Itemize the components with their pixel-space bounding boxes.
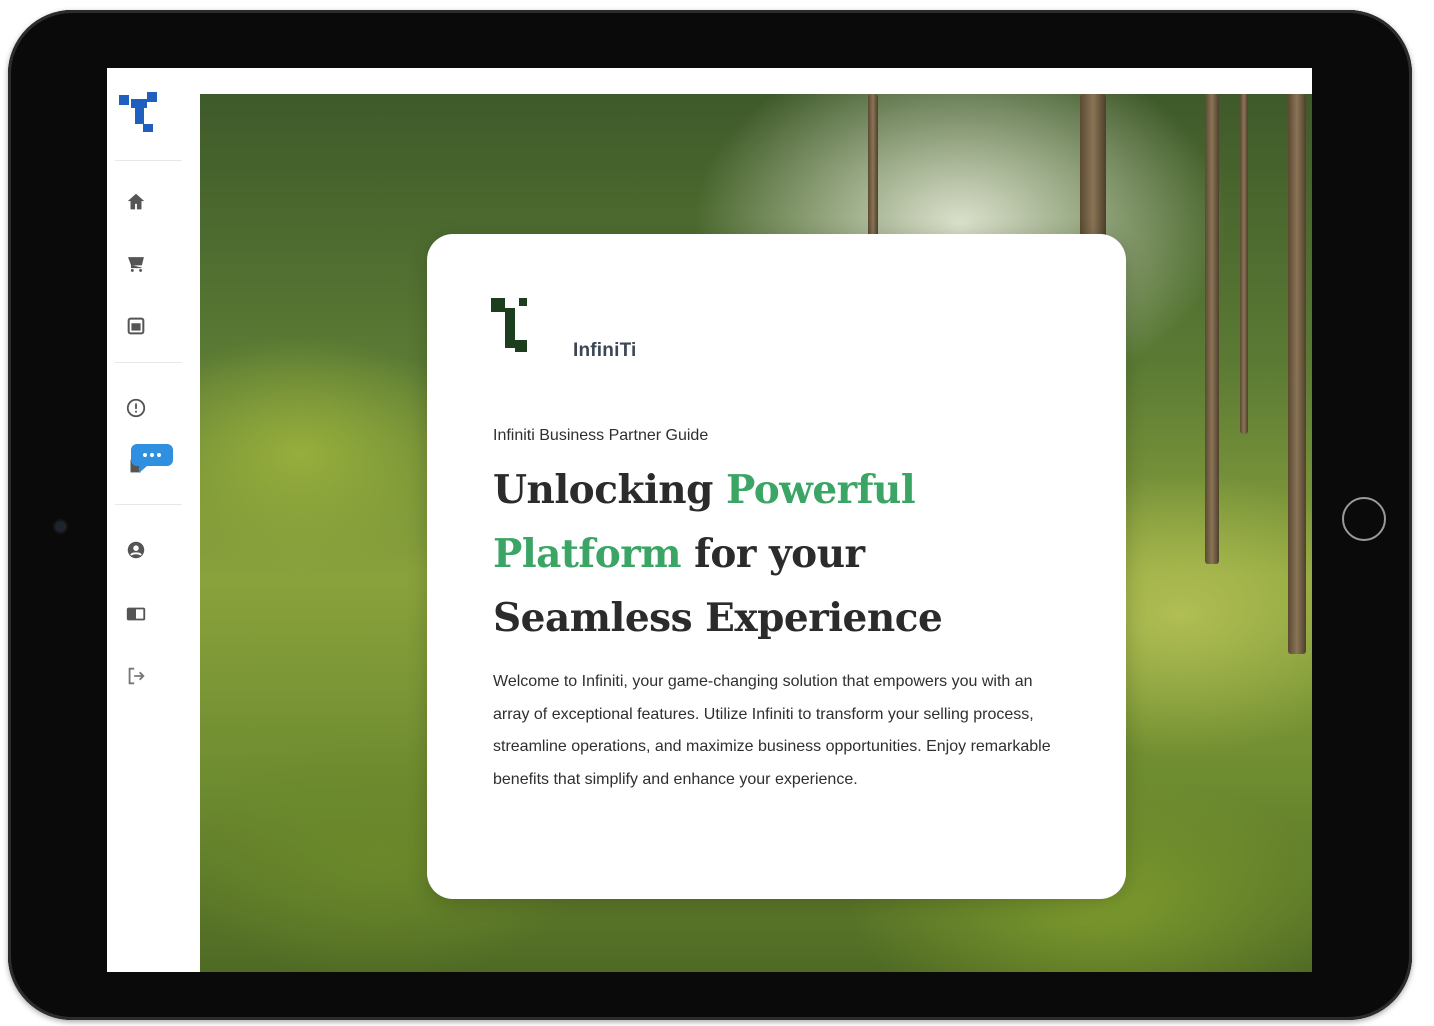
logout-icon[interactable]: [124, 664, 148, 688]
home-icon[interactable]: [124, 190, 148, 214]
tree-trunk: [1240, 94, 1248, 434]
wallet-icon[interactable]: [124, 602, 148, 626]
eyebrow-title: Infiniti Business Partner Guide: [493, 427, 709, 444]
infiniti-logo-icon[interactable]: [117, 90, 161, 134]
tree-trunk: [1205, 94, 1219, 564]
headline: Unlocking Powerful Platform for your Sea…: [493, 458, 1053, 650]
sidebar-divider: [115, 362, 182, 363]
guide-card: InfiniTi Infiniti Business Partner Guide…: [427, 234, 1126, 899]
sidebar-divider: [115, 504, 182, 505]
sidebar-divider: [115, 160, 182, 161]
calendar-icon[interactable]: [124, 314, 148, 338]
home-button[interactable]: [1342, 497, 1386, 541]
user-icon[interactable]: [124, 538, 148, 562]
infiniti-logo-icon: [491, 298, 527, 352]
sidebar: [107, 68, 182, 972]
front-camera: [55, 521, 66, 532]
headline-part: Unlocking: [493, 467, 726, 513]
shopping-cart-icon[interactable]: [124, 252, 148, 276]
app-screen: InfiniTi Infiniti Business Partner Guide…: [107, 68, 1312, 972]
body-text: Welcome to Infiniti, your game-changing …: [493, 673, 1051, 788]
brand-name: InfiniTi: [573, 340, 637, 361]
chat-icon[interactable]: [131, 442, 175, 474]
info-icon[interactable]: [124, 396, 148, 420]
tablet-frame: InfiniTi Infiniti Business Partner Guide…: [8, 10, 1412, 1020]
hero-background-image: InfiniTi Infiniti Business Partner Guide…: [200, 94, 1312, 972]
tree-trunk: [1288, 94, 1306, 654]
